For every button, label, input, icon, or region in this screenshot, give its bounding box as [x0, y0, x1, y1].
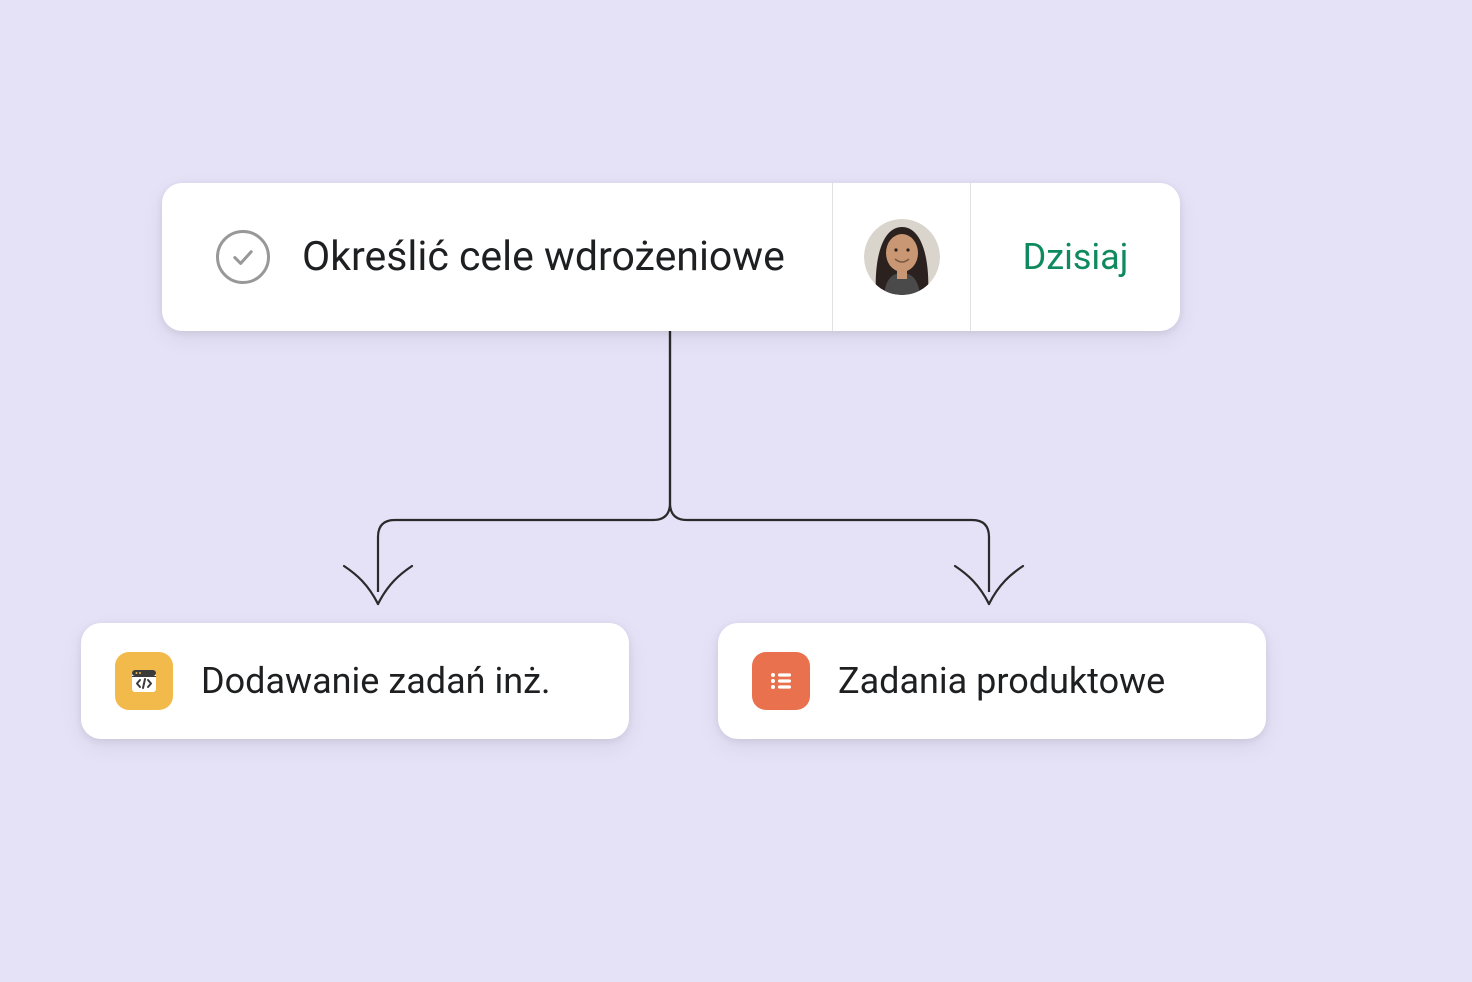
- due-date-label: Dzisiaj: [1023, 236, 1129, 278]
- avatar: [864, 219, 940, 295]
- parent-task-card[interactable]: Określić cele wdrożeniowe: [162, 183, 1180, 331]
- parent-main-cell: Określić cele wdrożeniowe: [162, 183, 832, 331]
- list-icon: [752, 652, 810, 710]
- parent-task-title: Określić cele wdrożeniowe: [302, 233, 785, 281]
- code-window-icon: [115, 652, 173, 710]
- child-title-product: Zadania produktowe: [838, 660, 1165, 702]
- check-circle-icon[interactable]: [216, 230, 270, 284]
- connector-lines: [0, 0, 1472, 982]
- child-card-product[interactable]: Zadania produktowe: [718, 623, 1266, 739]
- assignee-cell[interactable]: [832, 183, 970, 331]
- child-card-engineering[interactable]: Dodawanie zadań inż.: [81, 623, 629, 739]
- child-title-engineering: Dodawanie zadań inż.: [201, 660, 550, 702]
- due-date-cell[interactable]: Dzisiaj: [970, 183, 1180, 331]
